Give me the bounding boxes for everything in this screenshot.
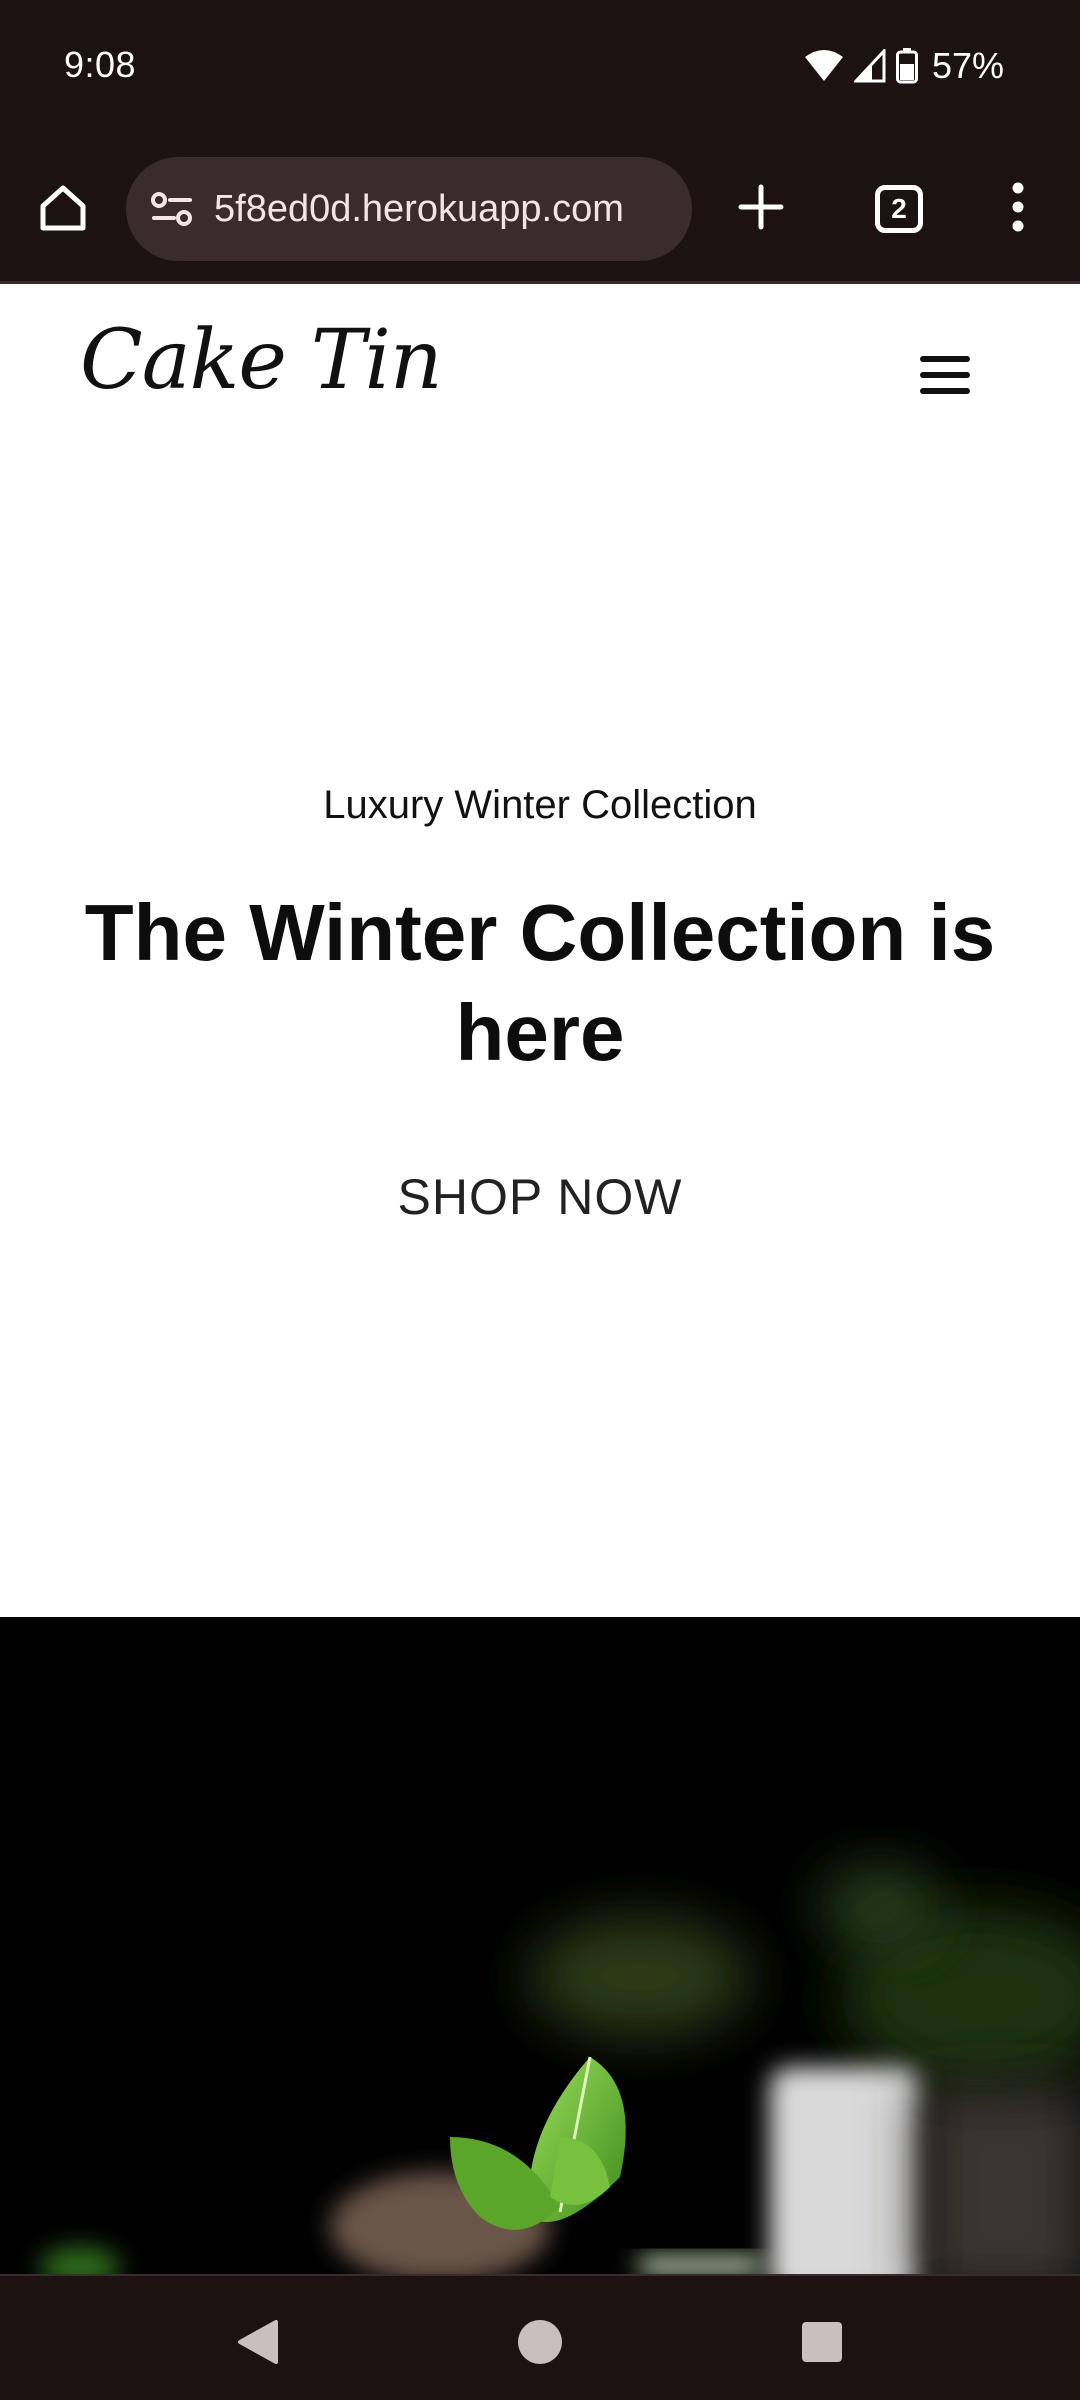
plus-icon: [737, 183, 785, 236]
home-icon: [37, 182, 89, 239]
site-menu-button[interactable]: [910, 347, 980, 407]
status-time: 9:08: [64, 44, 137, 85]
hero-image: [0, 1617, 1080, 2274]
cell-signal-icon: [853, 49, 886, 83]
hero-title: The Winter Collection is here: [84, 888, 996, 1077]
tab-count-badge: 2: [875, 185, 923, 233]
status-icons: 57%: [804, 44, 1004, 88]
home-button[interactable]: [30, 177, 96, 243]
hero-subtitle: Luxury Winter Collection: [323, 783, 757, 827]
site-header: Cake Tin: [0, 287, 1080, 467]
more-vert-icon: [1010, 182, 1026, 237]
back-icon: [236, 2318, 280, 2371]
shop-now-button[interactable]: SHOP NOW: [340, 1157, 740, 1237]
system-navigation-bar: [0, 2274, 1080, 2400]
site-settings-icon[interactable]: [146, 183, 198, 235]
recents-button[interactable]: [790, 2312, 854, 2376]
home-nav-button[interactable]: [508, 2312, 572, 2376]
battery-icon: [895, 48, 918, 84]
new-tab-button[interactable]: [726, 174, 796, 244]
tab-switcher-button[interactable]: 2: [862, 172, 936, 246]
hamburger-icon: [920, 354, 970, 401]
browser-menu-button[interactable]: [990, 172, 1046, 246]
home-circle-icon: [516, 2318, 564, 2371]
browser-toolbar: 5f8ed0d.herokuapp.com 2: [0, 132, 1080, 284]
status-bar: 9:08 57%: [0, 0, 1080, 132]
battery-percentage: 57%: [931, 45, 1004, 86]
back-button[interactable]: [226, 2312, 290, 2376]
hero-section: Luxury Winter Collection The Winter Coll…: [0, 467, 1080, 1617]
recents-icon: [800, 2320, 844, 2369]
tab-count: 2: [891, 193, 907, 224]
wifi-icon: [804, 49, 844, 83]
url-bar[interactable]: 5f8ed0d.herokuapp.com: [126, 157, 692, 261]
site-logo[interactable]: Cake Tin: [80, 313, 443, 408]
url-text[interactable]: 5f8ed0d.herokuapp.com: [214, 157, 674, 261]
